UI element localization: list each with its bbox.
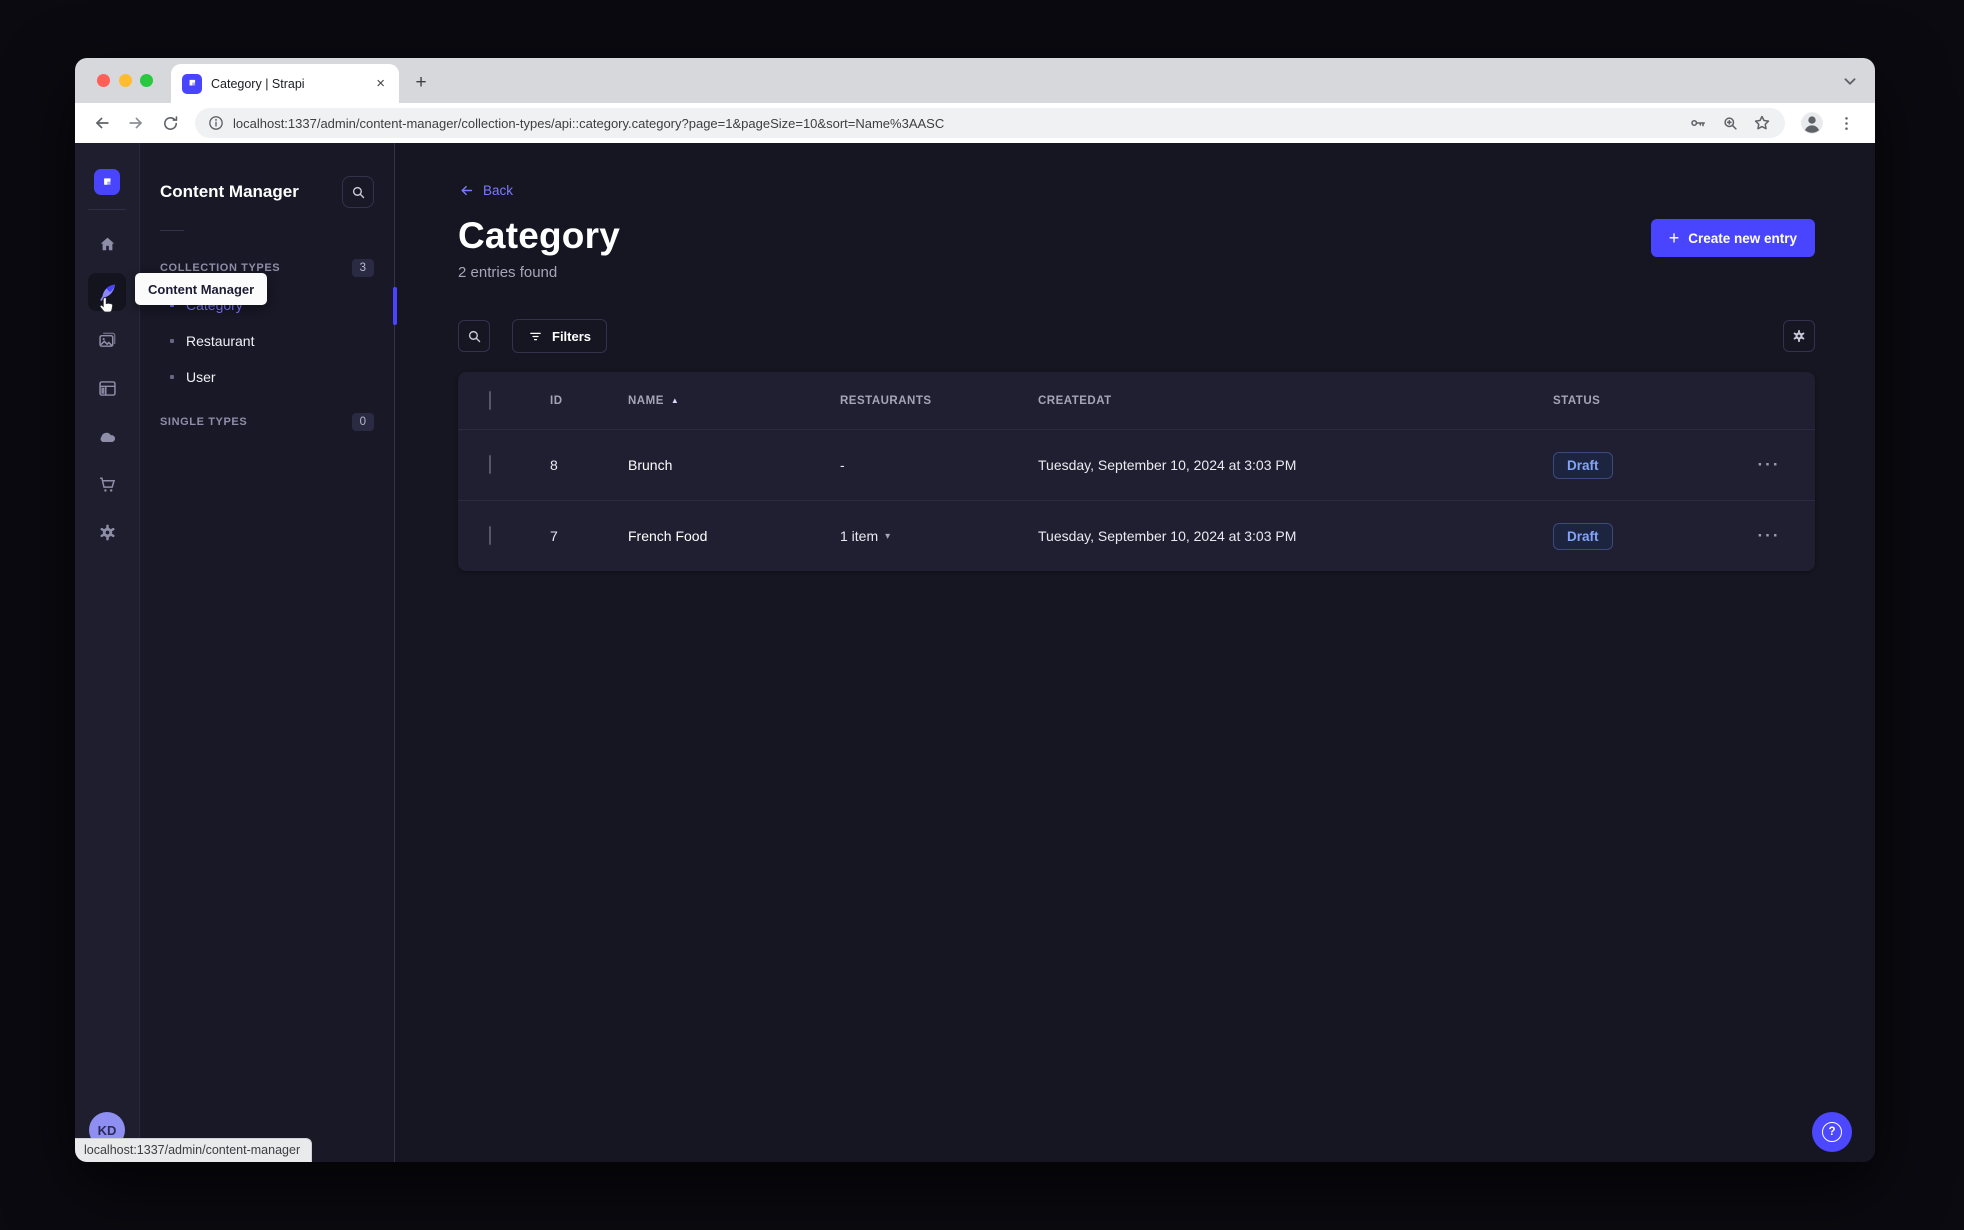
nav-divider [88,209,126,210]
browser-toolbar: localhost:1337/admin/content-manager/col… [75,103,1875,143]
sort-ascending-icon: ▲ [670,396,680,405]
column-header-restaurants: RESTAURANTS [840,394,932,407]
select-all-checkbox[interactable] [489,390,491,410]
desktop-background: Category | Strapi × + localhost:1337/adm… [0,0,1964,1230]
search-button[interactable] [458,320,490,352]
status-badge: Draft [1553,451,1613,479]
page-title: Category [458,215,620,256]
entries-table: ID NAME ▲ RESTAURANTS CREATEDAT STATUS 8 [458,372,1815,571]
panel-scrollbar-thumb[interactable] [392,287,397,325]
panel-title: Content Manager [160,182,299,201]
bookmark-star-icon[interactable] [1751,112,1773,134]
nav-marketplace-cart-icon[interactable] [88,465,126,503]
strapi-app: KD Content Manager COLLECTION TYPES 3 Ca… [75,143,1875,1162]
tab-title: Category | Strapi [211,76,305,91]
new-tab-button[interactable]: + [408,70,434,96]
row-actions-menu[interactable]: ··· [1723,526,1815,546]
close-window-button[interactable] [97,74,110,87]
reload-icon[interactable] [157,110,183,136]
forward-icon[interactable] [123,110,149,136]
cell-id: 8 [550,457,558,473]
help-button[interactable]: ? [1812,1112,1852,1152]
nav-home-icon[interactable] [88,225,126,263]
minimize-window-button[interactable] [118,74,132,87]
cell-createdat: Tuesday, September 10, 2024 at 3:03 PM [1038,457,1297,473]
bullet-icon [170,339,174,343]
main-content: Back Category 2 entries found + Create n… [395,143,1875,1162]
panel-divider [160,230,184,231]
table-row[interactable]: 7 French Food 1 item ▾ Tuesday, Septembe… [458,500,1815,571]
strapi-favicon-icon [182,73,202,94]
content-manager-tooltip: Content Manager [135,273,268,305]
view-settings-gear-button[interactable] [1783,320,1815,352]
cell-restaurants: - [840,457,845,473]
column-header-status: STATUS [1553,394,1601,407]
address-bar[interactable]: localhost:1337/admin/content-manager/col… [195,108,1785,138]
row-checkbox[interactable] [489,526,491,545]
cell-createdat: Tuesday, September 10, 2024 at 3:03 PM [1038,528,1297,544]
status-badge: Draft [1553,522,1613,550]
single-types-count-badge: 0 [351,413,374,431]
browser-status-bar: localhost:1337/admin/content-manager [75,1138,313,1162]
nav-settings-gear-icon[interactable] [88,513,126,551]
plus-icon: + [1668,228,1680,248]
column-header-name[interactable]: NAME ▲ [628,395,840,407]
cursor-pointer-icon [97,295,117,315]
url-text: localhost:1337/admin/content-manager/col… [233,115,945,131]
sidebar-item-user[interactable]: User [160,359,374,395]
arrow-left-icon [461,185,473,196]
password-key-icon[interactable] [1687,112,1709,134]
row-actions-menu[interactable]: ··· [1723,455,1815,475]
bullet-icon [170,375,174,379]
chevron-down-icon: ▾ [885,530,891,542]
back-link[interactable]: Back [458,182,1815,199]
table-header-row: ID NAME ▲ RESTAURANTS CREATEDAT STATUS [458,372,1815,429]
sidebar-item-restaurant[interactable]: Restaurant [160,323,374,359]
browser-window: Category | Strapi × + localhost:1337/adm… [75,58,1875,1162]
list-toolbar: Filters [458,319,1815,353]
close-tab-icon[interactable]: × [372,74,389,93]
cell-name: French Food [628,528,708,544]
browser-profile-icon[interactable] [1799,110,1825,136]
back-icon[interactable] [89,110,115,136]
browser-tab-strip: Category | Strapi × + [75,58,1875,103]
gear-icon [1793,330,1805,342]
single-types-label: SINGLE TYPES [160,416,248,428]
table-row[interactable]: 8 Brunch - Tuesday, September 10, 2024 a… [458,429,1815,500]
zoom-in-icon[interactable] [1719,112,1741,134]
browser-menu-kebab-icon[interactable] [1833,110,1859,136]
entries-count: 2 entries found [458,264,558,281]
column-header-id[interactable]: ID [550,395,628,407]
create-new-entry-button[interactable]: + Create new entry [1650,219,1815,257]
row-checkbox[interactable] [489,455,491,474]
filters-button[interactable]: Filters [512,319,608,353]
tab-search-chevron-icon[interactable] [1839,70,1861,92]
window-controls [75,74,153,87]
browser-tab[interactable]: Category | Strapi × [171,64,399,103]
question-mark-icon: ? [1822,1122,1842,1142]
nav-deploy-cloud-icon[interactable] [88,417,126,455]
filter-icon [530,332,541,340]
cell-restaurants[interactable]: 1 item ▾ [840,528,1038,544]
nav-content-type-builder-icon[interactable] [88,369,126,407]
nav-media-library-icon[interactable] [88,321,126,359]
zoom-window-button[interactable] [140,74,153,87]
cell-name: Brunch [628,457,673,473]
collection-types-count-badge: 3 [351,259,374,277]
cell-id: 7 [550,528,558,544]
site-info-icon[interactable] [207,114,225,132]
panel-search-button[interactable] [342,176,374,208]
column-header-createdat: CREATEDAT [1038,394,1112,407]
strapi-logo[interactable] [94,169,120,195]
